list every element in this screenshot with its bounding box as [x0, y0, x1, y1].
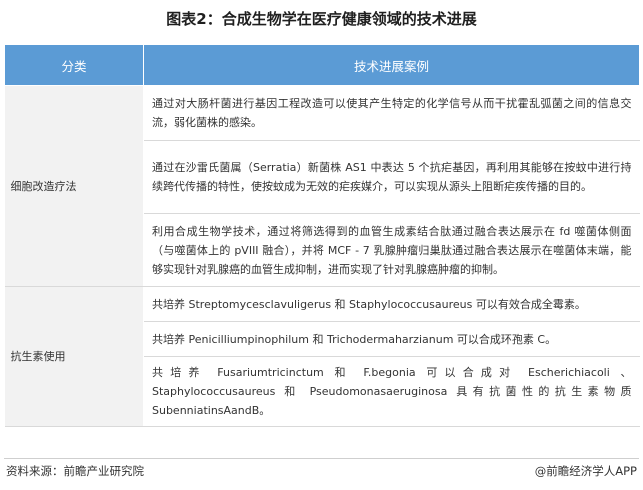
figure-title: 图表2：合成生物学在医疗健康领域的技术进展 [166, 10, 477, 28]
case-cell: 利用合成生物学技术，通过将筛选得到的血管生成素结合肽通过融合表达展示在 fd 噬… [143, 213, 640, 287]
category-cell-antibiotics: 抗生素使用 [4, 286, 144, 427]
header-category: 分类 [4, 44, 144, 86]
table-row: 细胞改造疗法 通过对大肠杆菌进行基因工程改造可以使其产生特定的化学信号从而干扰霍… [4, 85, 640, 287]
case-cell: 共培养 Penicilliumpinophilum 和 Trichodermah… [143, 321, 640, 357]
header-case: 技术进展案例 [143, 44, 640, 86]
brand-credit: @前瞻经济学人APP [534, 464, 637, 478]
footer-divider [4, 458, 639, 459]
source-note: 资料来源：前瞻产业研究院 [6, 464, 144, 478]
case-cell: 共培养 Fusariumtricinctum 和 F.begonia 可以合成对… [143, 356, 640, 427]
table-row: 抗生素使用 共培养 Streptomycesclavuligerus 和 Sta… [4, 286, 640, 427]
table-header-row: 分类 技术进展案例 [4, 44, 640, 86]
tech-progress-table: 分类 技术进展案例 细胞改造疗法 通过对大肠杆菌进行基因工程改造可以使其产生特定… [4, 44, 640, 427]
case-cell: 通过在沙雷氏菌属（Serratia）新菌株 AS1 中表达 5 个抗疟基因，再利… [143, 140, 640, 214]
case-cell: 通过对大肠杆菌进行基因工程改造可以使其产生特定的化学信号从而干扰霍乱弧菌之间的信… [143, 85, 640, 141]
category-cell-cell-therapy: 细胞改造疗法 [4, 85, 144, 287]
case-cell: 共培养 Streptomycesclavuligerus 和 Staphyloc… [143, 286, 640, 322]
